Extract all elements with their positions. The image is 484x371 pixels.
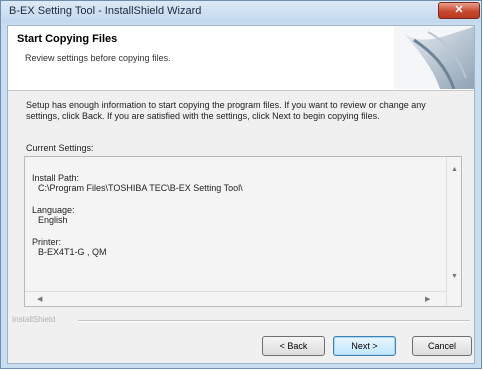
- scroll-right-arrow-icon[interactable]: ▶: [425, 295, 430, 303]
- close-button[interactable]: ✕: [438, 2, 480, 19]
- settings-textbox[interactable]: Install Path: C:\Program Files\TOSHIBA T…: [24, 156, 462, 307]
- title-bar[interactable]: B-EX Setting Tool - InstallShield Wizard…: [1, 1, 481, 23]
- installer-window: B-EX Setting Tool - InstallShield Wizard…: [0, 0, 482, 369]
- footer-divider: [78, 320, 470, 322]
- install-path-label: Install Path:: [32, 173, 80, 183]
- scroll-up-arrow-icon[interactable]: ▲: [451, 166, 458, 173]
- install-path-value: C:\Program Files\TOSHIBA TEC\B-EX Settin…: [38, 183, 243, 193]
- close-icon: ✕: [454, 4, 464, 16]
- installshield-brand: InstallShield: [12, 315, 56, 324]
- scroll-down-arrow-icon[interactable]: ▼: [451, 273, 458, 280]
- language-value: English: [38, 215, 68, 225]
- vertical-scrollbar[interactable]: ▲ ▼: [446, 157, 461, 306]
- page-title: Start Copying Files: [17, 33, 118, 45]
- current-settings-label: Current Settings:: [26, 143, 94, 153]
- wizard-client-area: Start Copying Files Review settings befo…: [7, 25, 475, 364]
- window-title: B-EX Setting Tool - InstallShield Wizard: [9, 5, 202, 17]
- cancel-button[interactable]: Cancel: [412, 336, 472, 356]
- description-text: Setup has enough information to start co…: [26, 100, 426, 121]
- language-label: Language:: [32, 205, 75, 215]
- printer-label: Printer:: [32, 237, 62, 247]
- settings-content: Install Path: C:\Program Files\TOSHIBA T…: [32, 173, 243, 257]
- wizard-graphic-icon: [394, 26, 474, 89]
- scroll-left-arrow-icon[interactable]: ◀: [37, 295, 42, 303]
- back-button[interactable]: < Back: [262, 336, 325, 356]
- horizontal-scrollbar[interactable]: ◀ ▶: [25, 291, 447, 306]
- page-subtitle: Review settings before copying files.: [25, 53, 171, 63]
- printer-value: B-EX4T1-G , QM: [38, 247, 107, 257]
- next-button[interactable]: Next >: [333, 336, 396, 356]
- header-panel: Start Copying Files Review settings befo…: [8, 26, 474, 91]
